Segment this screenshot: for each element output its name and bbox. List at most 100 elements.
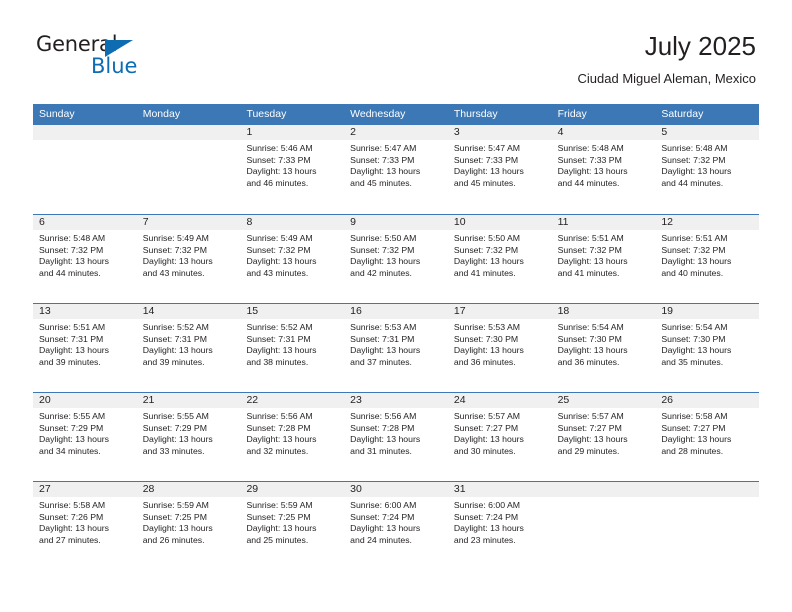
day-sun-info: Sunrise: 5:55 AM Sunset: 7:29 PM Daylight:… [33,408,137,457]
calendar-day-cell[interactable]: 19 Sunrise: 5:54 AM Sunset: 7:30 PM Dayligh… [655,304,760,392]
calendar-day-cell[interactable]: 24 Sunrise: 5:57 AM Sunset: 7:27 PM Dayligh… [447,393,552,481]
day-sun-info: Sunrise: 5:58 AM Sunset: 7:27 PM Daylight:… [655,408,759,457]
calendar-day-cell[interactable]: 18 Sunrise: 5:54 AM Sunset: 7:30 PM Dayligh… [551,304,656,392]
day-info-line: Daylight: 13 hours [453,523,524,534]
day-info-line: Sunset: 7:28 PM [246,422,311,433]
day-number: 9 [344,215,448,230]
calendar-day-cell[interactable]: 21 Sunrise: 5:55 AM Sunset: 7:29 PM Dayligh… [136,393,241,481]
calendar-day-cell[interactable]: 26 Sunrise: 5:58 AM Sunset: 7:27 PM Dayligh… [655,393,760,481]
calendar-day-cell[interactable]: 23 Sunrise: 5:56 AM Sunset: 7:28 PM Dayligh… [344,393,448,481]
day-sun-info: Sunrise: 5:57 AM Sunset: 7:27 PM Daylight:… [448,408,552,457]
day-info-line: Sunrise: 5:48 AM [661,143,728,153]
day-info-line: Sunrise: 5:47 AM [453,143,521,153]
day-info-line: Sunset: 7:32 PM [661,244,726,255]
day-info-line: Daylight: 13 hours [350,256,421,267]
calendar-cell-empty [136,125,241,214]
calendar-day-cell[interactable]: 16 Sunrise: 5:53 AM Sunset: 7:31 PM Dayligh… [344,304,448,392]
calendar-day-cell[interactable]: 2 Sunrise: 5:47 AM Sunset: 7:33 PM Daylight… [344,125,448,214]
day-number [551,482,656,497]
day-info-line: and 46 minutes. [246,177,309,188]
day-info-line: Sunset: 7:29 PM [142,422,207,433]
calendar-day-cell[interactable]: 22 Sunrise: 5:56 AM Sunset: 7:28 PM Dayligh… [240,393,345,481]
day-info-line: and 24 minutes. [350,534,412,545]
day-info-line: Sunrise: 5:58 AM [661,411,728,421]
calendar-day-cell[interactable]: 25 Sunrise: 5:57 AM Sunset: 7:27 PM Dayligh… [551,393,656,481]
calendar-day-cell[interactable]: 17 Sunrise: 5:53 AM Sunset: 7:30 PM Dayligh… [447,304,552,392]
calendar-day-cell[interactable]: 30 Sunrise: 6:00 AM Sunset: 7:24 PM Dayligh… [344,482,448,570]
day-sun-info: Sunrise: 5:48 AM Sunset: 7:32 PM Daylight:… [33,230,137,279]
day-sun-info: Sunrise: 6:00 AM Sunset: 7:24 PM Daylight:… [448,497,552,546]
day-number: 11 [551,215,656,230]
day-number: 27 [33,482,137,497]
calendar-day-cell[interactable]: 13 Sunrise: 5:51 AM Sunset: 7:31 PM Dayligh… [33,304,137,392]
calendar-day-cell[interactable]: 29 Sunrise: 5:59 AM Sunset: 7:25 PM Dayligh… [240,482,345,570]
calendar-day-cell[interactable]: 7 Sunrise: 5:49 AM Sunset: 7:32 PM Daylight… [136,215,241,303]
calendar-day-cell[interactable]: 31 Sunrise: 6:00 AM Sunset: 7:24 PM Dayligh… [447,482,552,570]
day-sun-info: Sunrise: 5:55 AM Sunset: 7:29 PM Daylight:… [137,408,241,457]
day-number: 5 [655,125,760,140]
day-info-line: Daylight: 13 hours [142,434,213,445]
day-sun-info: Sunrise: 6:00 AM Sunset: 7:24 PM Daylight:… [344,497,448,546]
day-info-line: Sunrise: 5:58 AM [39,500,106,510]
general-blue-logo[interactable]: General Blue [36,32,166,84]
day-info-line: Daylight: 13 hours [350,166,421,177]
day-info-line: Daylight: 13 hours [39,256,110,267]
day-number: 6 [33,215,137,230]
day-info-line: Sunset: 7:27 PM [453,422,519,433]
calendar-day-cell[interactable]: 1 Sunrise: 5:46 AM Sunset: 7:33 PM Daylight… [240,125,345,214]
day-number: 26 [655,393,760,408]
calendar-day-cell[interactable]: 20 Sunrise: 5:55 AM Sunset: 7:29 PM Dayligh… [33,393,137,481]
calendar-day-cell[interactable]: 3 Sunrise: 5:47 AM Sunset: 7:33 PM Daylight… [447,125,552,214]
day-sun-info: Sunrise: 5:48 AM Sunset: 7:32 PM Daylight:… [655,140,759,189]
day-info-line: Sunset: 7:32 PM [661,154,726,165]
day-number: 15 [240,304,345,319]
calendar-week-row: 13 Sunrise: 5:51 AM Sunset: 7:31 PM Dayligh… [33,303,760,392]
day-info-line: and 44 minutes. [661,177,724,188]
day-info-line: Sunset: 7:30 PM [453,333,519,344]
calendar-day-cell[interactable]: 10 Sunrise: 5:50 AM Sunset: 7:32 PM Dayligh… [447,215,552,303]
day-info-line: Sunset: 7:24 PM [350,511,415,522]
day-info-line: and 42 minutes. [350,267,412,278]
day-info-line: and 41 minutes. [557,267,620,278]
calendar-day-cell[interactable]: 28 Sunrise: 5:59 AM Sunset: 7:25 PM Dayligh… [136,482,241,570]
day-sun-info [137,140,241,143]
calendar-day-cell[interactable]: 14 Sunrise: 5:52 AM Sunset: 7:31 PM Dayligh… [136,304,241,392]
day-info-line: Sunset: 7:32 PM [246,244,311,255]
day-info-line: Daylight: 13 hours [246,434,317,445]
calendar-day-cell[interactable]: 6 Sunrise: 5:48 AM Sunset: 7:32 PM Daylight… [33,215,137,303]
weekday-header-wednesday: Wednesday [350,108,406,120]
day-info-line: Sunrise: 5:47 AM [350,143,417,153]
calendar-week-row: 1 Sunrise: 5:46 AM Sunset: 7:33 PM Daylight… [33,125,760,214]
calendar-day-cell[interactable]: 12 Sunrise: 5:51 AM Sunset: 7:32 PM Dayligh… [655,215,760,303]
day-sun-info [655,497,759,500]
calendar-day-cell[interactable]: 9 Sunrise: 5:50 AM Sunset: 7:32 PM Daylight… [344,215,448,303]
day-info-line: Sunrise: 6:00 AM [453,500,521,510]
day-info-line: and 34 minutes. [39,445,101,456]
day-info-line: and 29 minutes. [557,445,620,456]
day-info-line: and 36 minutes. [453,356,516,367]
calendar-day-cell[interactable]: 4 Sunrise: 5:48 AM Sunset: 7:33 PM Daylight… [551,125,656,214]
day-info-line: Sunset: 7:25 PM [246,511,311,522]
day-sun-info: Sunrise: 5:52 AM Sunset: 7:31 PM Daylight:… [137,319,241,368]
day-info-line: and 43 minutes. [142,267,205,278]
calendar-cell-empty [655,482,760,570]
calendar-day-cell[interactable]: 27 Sunrise: 5:58 AM Sunset: 7:26 PM Dayligh… [33,482,137,570]
day-number: 2 [344,125,448,140]
day-info-line: Daylight: 13 hours [453,345,524,356]
calendar-day-cell[interactable]: 5 Sunrise: 5:48 AM Sunset: 7:32 PM Daylight… [655,125,760,214]
day-info-line: Daylight: 13 hours [246,345,317,356]
calendar-day-cell[interactable]: 8 Sunrise: 5:49 AM Sunset: 7:32 PM Daylight… [240,215,345,303]
day-info-line: and 27 minutes. [39,534,101,545]
day-info-line: and 44 minutes. [39,267,101,278]
day-info-line: Daylight: 13 hours [39,523,110,534]
day-info-line: Daylight: 13 hours [453,434,524,445]
day-number: 29 [240,482,345,497]
day-number: 24 [447,393,552,408]
day-number: 30 [344,482,448,497]
day-number: 20 [33,393,137,408]
calendar-day-cell[interactable]: 15 Sunrise: 5:52 AM Sunset: 7:31 PM Dayligh… [240,304,345,392]
day-info-line: Sunset: 7:32 PM [142,244,207,255]
calendar-day-cell[interactable]: 11 Sunrise: 5:51 AM Sunset: 7:32 PM Dayligh… [551,215,656,303]
day-sun-info: Sunrise: 5:59 AM Sunset: 7:25 PM Daylight:… [240,497,344,546]
day-info-line: Sunrise: 5:51 AM [39,322,106,332]
